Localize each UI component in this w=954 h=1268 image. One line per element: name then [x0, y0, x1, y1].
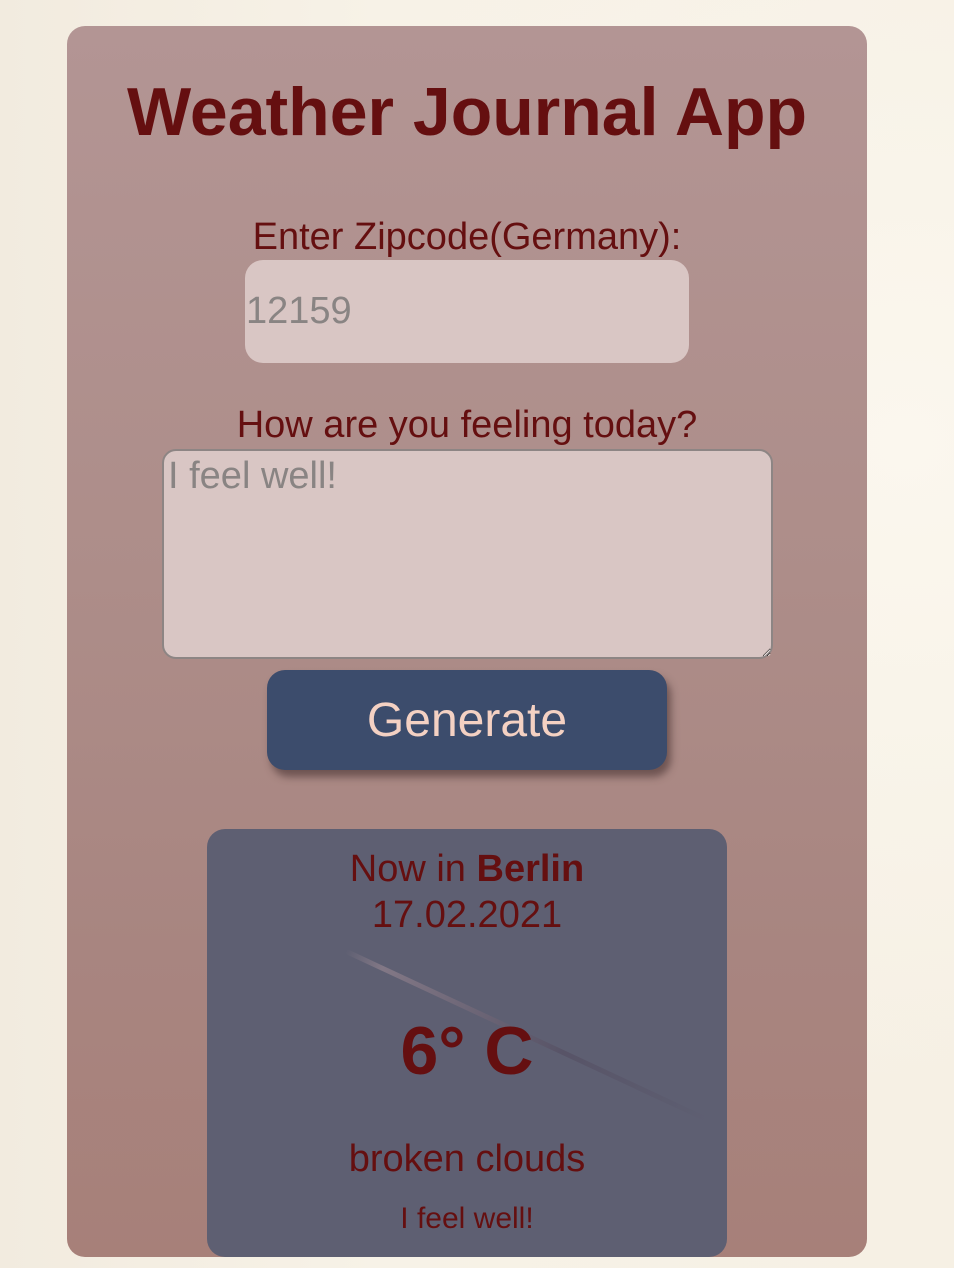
page-title: Weather Journal App — [126, 74, 808, 150]
entry-temperature: 6° C — [400, 1013, 534, 1089]
zip-input[interactable] — [245, 260, 689, 363]
now-prefix: Now in — [349, 848, 477, 890]
zip-label: Enter Zipcode(Germany): — [252, 216, 682, 258]
generate-button[interactable]: Generate — [267, 670, 667, 770]
entry-description: broken clouds — [348, 1138, 586, 1180]
city-name: Berlin — [476, 848, 585, 890]
entry-date: 17.02.2021 — [371, 894, 563, 936]
entry-holder: Now in Berlin 17.02.2021 6° C broken clo… — [207, 829, 727, 1257]
feelings-textarea[interactable] — [162, 449, 773, 659]
feelings-label: How are you feeling today? — [236, 404, 698, 446]
app-card: Weather Journal App Enter Zipcode(German… — [67, 26, 867, 1257]
entry-content: I feel well! — [400, 1202, 534, 1235]
location-line: Now in Berlin — [207, 847, 727, 891]
